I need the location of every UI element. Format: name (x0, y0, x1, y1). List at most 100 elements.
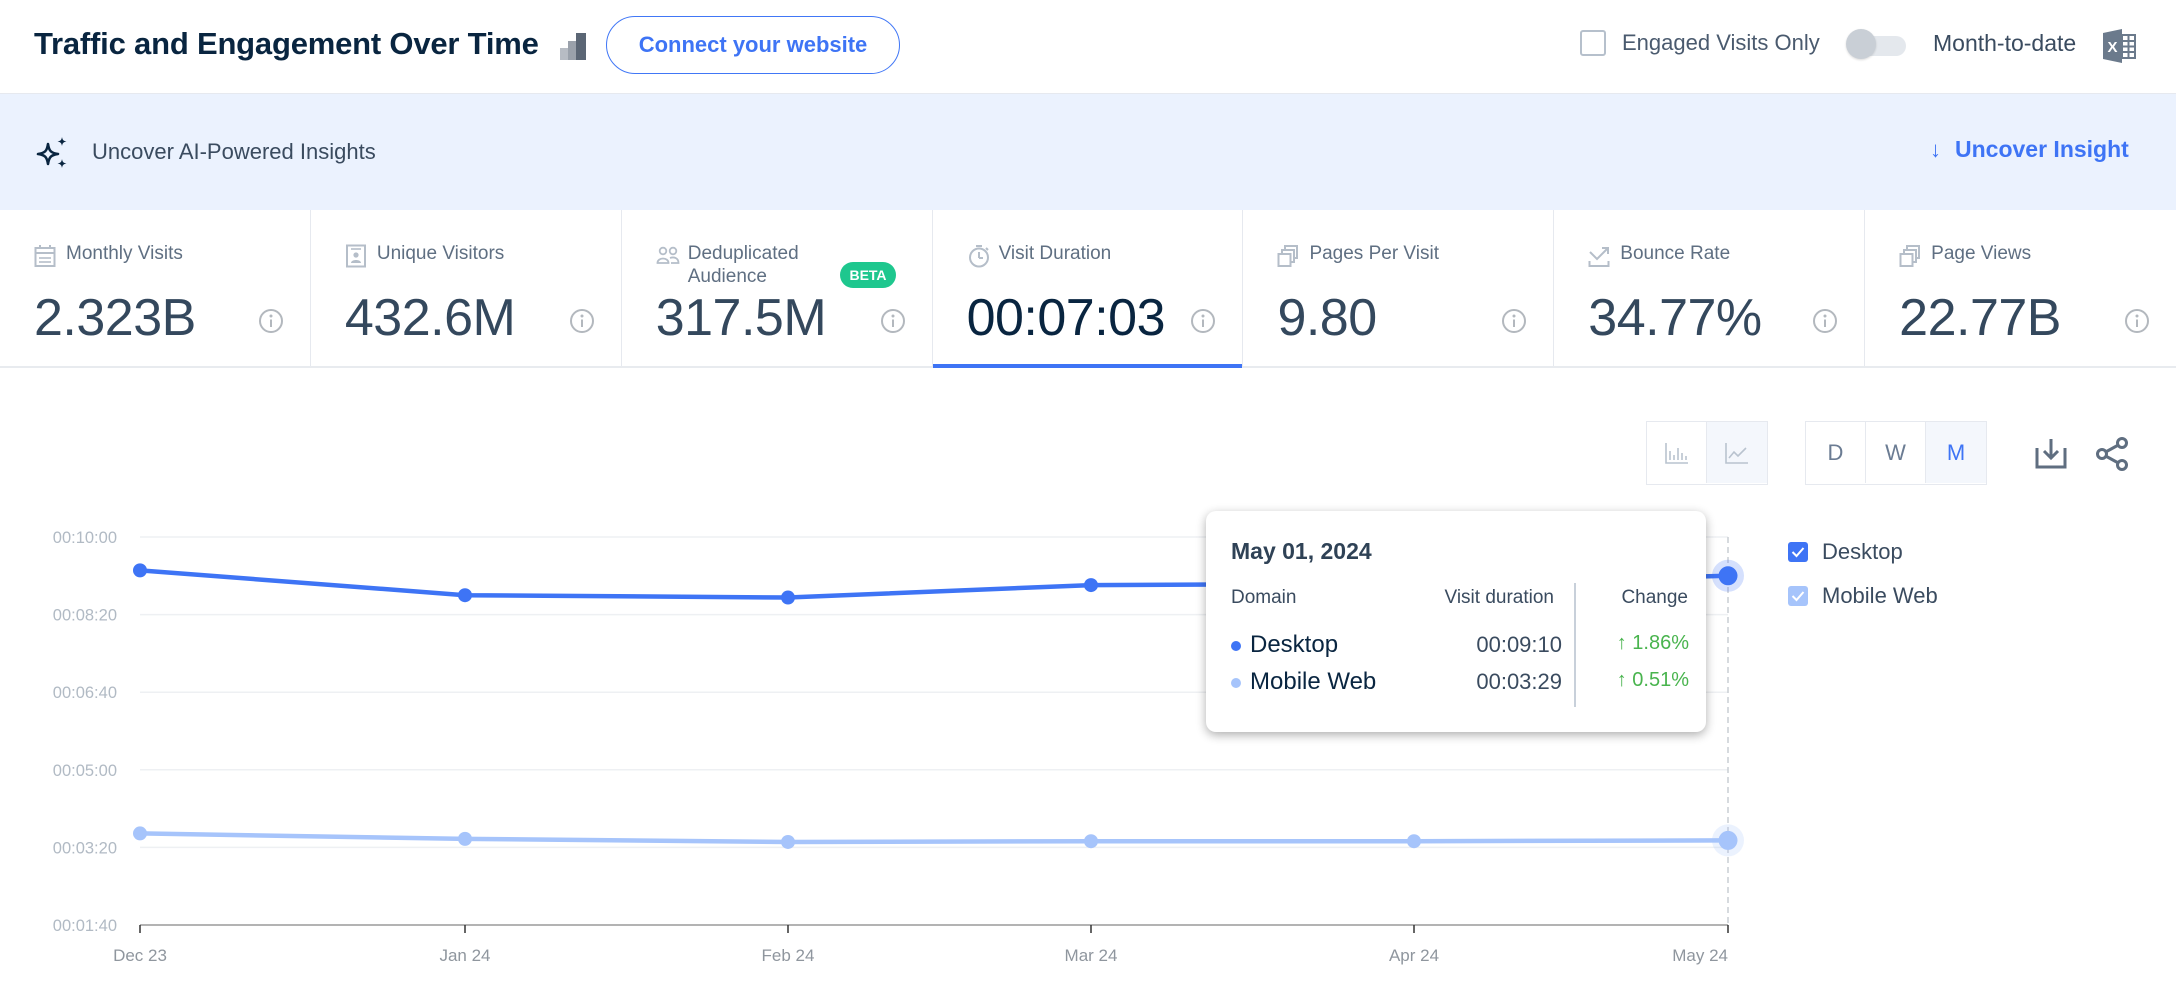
connect-website-button[interactable]: Connect your website (606, 16, 900, 74)
engaged-visits-checkbox[interactable] (1580, 30, 1606, 56)
metric-value: 317.5M (655, 289, 827, 347)
data-point-desktop (1718, 566, 1738, 586)
tooltip-change: ↑ 0.51% (1616, 669, 1689, 691)
metric-label: Monthly Visits (66, 243, 183, 264)
people-icon (656, 246, 680, 264)
metric-value: 432.6M (344, 289, 516, 347)
metric-label: Pages Per Visit (1309, 243, 1439, 264)
line-chart-icon (1725, 442, 1748, 464)
data-point-mobile-web (1084, 834, 1098, 849)
metric-monthly-visits[interactable]: Monthly Visits 2.323B (0, 210, 311, 366)
tooltip-value: 00:03:29 (1476, 669, 1562, 694)
toggle-knob (1846, 29, 1876, 59)
legend-label: Desktop (1822, 539, 1903, 564)
info-icon[interactable] (2124, 308, 2150, 334)
x-tick-label: May 24 (1672, 946, 1728, 965)
bar-chart-icon (1664, 442, 1688, 464)
y-tick-label: 00:06:40 (53, 684, 117, 702)
data-point-mobile-web (458, 831, 472, 846)
tooltip-row-mobile-web: Mobile Web 00:03:29 ↑ 0.51% (1231, 668, 1689, 698)
metric-deduplicated-audience[interactable]: Deduplicated Audience 317.5M (622, 210, 933, 366)
period-toggle: D W M (1805, 421, 1987, 485)
data-point-desktop (781, 590, 795, 605)
metric-value: 2.323B (34, 289, 196, 347)
x-tick-label: Jan 24 (439, 946, 490, 965)
month-to-date-toggle[interactable] (1846, 28, 1908, 60)
y-axis-ticks: 00:01:40 00:03:20 00:05:00 00:06:40 00:08:20… (53, 529, 117, 935)
metric-visit-duration[interactable]: Visit Duration 00:07:03 (932, 210, 1244, 368)
data-point-mobile-web (1718, 830, 1738, 850)
legend-item-desktop[interactable]: Desktop (1788, 530, 1938, 574)
period-day-button[interactable]: D (1806, 422, 1866, 483)
chart-legend: Desktop Mobile Web (1788, 530, 1938, 618)
ai-insights-label: Uncover AI-Powered Insights (92, 139, 376, 164)
data-point-mobile-web (781, 834, 795, 849)
metric-page-views[interactable]: Page Views 22.77B (1865, 210, 2176, 366)
arrow-down-icon: ↓ (1930, 136, 1941, 162)
page-title: Traffic and Engagement Over Time (34, 26, 539, 61)
info-icon[interactable] (1190, 308, 1216, 334)
metric-value: 00:07:03 (966, 289, 1166, 347)
x-axis-ticks: Dec 23 Jan 24 Feb 24 Mar 24 Apr 24 May 24 (113, 925, 1729, 965)
engaged-visits-filter[interactable]: Engaged Visits Only (1580, 30, 1820, 56)
x-tick-label: Mar 24 (1065, 946, 1118, 965)
pages-icon (1277, 245, 1299, 267)
tooltip-date: May 01, 2024 (1231, 538, 1372, 564)
tooltip-domain: Desktop (1250, 631, 1339, 658)
metric-value: 9.80 (1277, 289, 1377, 347)
tooltip-value: 00:09:10 (1476, 632, 1562, 657)
period-week-button[interactable]: W (1866, 422, 1926, 483)
month-to-date-label: Month-to-date (1933, 30, 2077, 56)
legend-label: Mobile Web (1822, 583, 1938, 608)
info-icon[interactable] (1812, 308, 1838, 334)
share-icon[interactable] (2094, 436, 2130, 472)
metric-label-line2: Audience (687, 266, 767, 287)
info-icon[interactable] (569, 308, 595, 334)
tooltip-row-desktop: Desktop 00:09:10 ↑ 1.86% (1231, 631, 1689, 661)
chart-type-toggle (1646, 421, 1768, 485)
tooltip-change: ↑ 1.86% (1616, 632, 1689, 654)
x-tick-label: Apr 24 (1389, 946, 1439, 965)
metric-unique-visitors[interactable]: Unique Visitors 432.6M (311, 210, 622, 366)
y-tick-label: 00:08:20 (53, 607, 117, 625)
excel-icon[interactable]: X (2102, 28, 2138, 64)
chart-tooltip: May 01, 2024 Domain Visit duration Chang… (1206, 511, 1706, 732)
id-badge-icon (345, 244, 366, 268)
metric-label: Page Views (1931, 243, 2032, 264)
y-tick-label: 00:05:00 (53, 762, 117, 780)
checkbox-checked-icon[interactable] (1788, 586, 1808, 606)
x-tick-label: Feb 24 (762, 946, 815, 965)
uncover-insight-button[interactable]: ↓ Uncover Insight (1930, 136, 2129, 163)
series-dot-icon (1231, 641, 1241, 651)
data-point-desktop (133, 563, 147, 578)
tooltip-header-change: Change (1621, 587, 1688, 608)
metric-label: Unique Visitors (376, 243, 505, 264)
series-line-mobile-web (139, 831, 1729, 845)
sparkle-icon (36, 137, 67, 168)
info-icon[interactable] (1501, 308, 1527, 334)
info-icon[interactable] (880, 308, 906, 334)
data-point-mobile-web (133, 826, 147, 841)
checkbox-checked-icon[interactable] (1788, 542, 1808, 562)
metrics-row: Monthly Visits 2.323B Unique Visitors 43… (0, 210, 2176, 368)
line-chart-button[interactable] (1707, 422, 1767, 483)
download-icon[interactable] (2034, 436, 2068, 470)
y-tick-label: 00:03:20 (53, 839, 117, 857)
metric-label: Bounce Rate (1620, 243, 1731, 264)
info-icon[interactable] (258, 308, 284, 334)
period-month-button[interactable]: M (1926, 422, 1986, 483)
bounce-icon (1588, 247, 1610, 267)
metric-bounce-rate[interactable]: Bounce Rate 34.77% (1554, 210, 1866, 366)
tooltip-header-value: Visit duration (1444, 587, 1555, 608)
metric-pages-per-visit[interactable]: Pages Per Visit 9.80 (1243, 210, 1555, 366)
header: Traffic and Engagement Over Time Connect… (0, 0, 2176, 94)
y-tick-label: 00:01:40 (53, 917, 117, 935)
svg-text:X: X (2107, 39, 2117, 56)
tooltip-domain: Mobile Web (1250, 668, 1377, 695)
metric-value: 34.77% (1588, 289, 1762, 347)
bar-chart-button[interactable] (1647, 422, 1707, 483)
metric-label-line1: Deduplicated (687, 243, 799, 264)
legend-item-mobile-web[interactable]: Mobile Web (1788, 574, 1938, 618)
data-point-desktop (458, 588, 472, 603)
beta-badge: BETA (840, 262, 896, 288)
